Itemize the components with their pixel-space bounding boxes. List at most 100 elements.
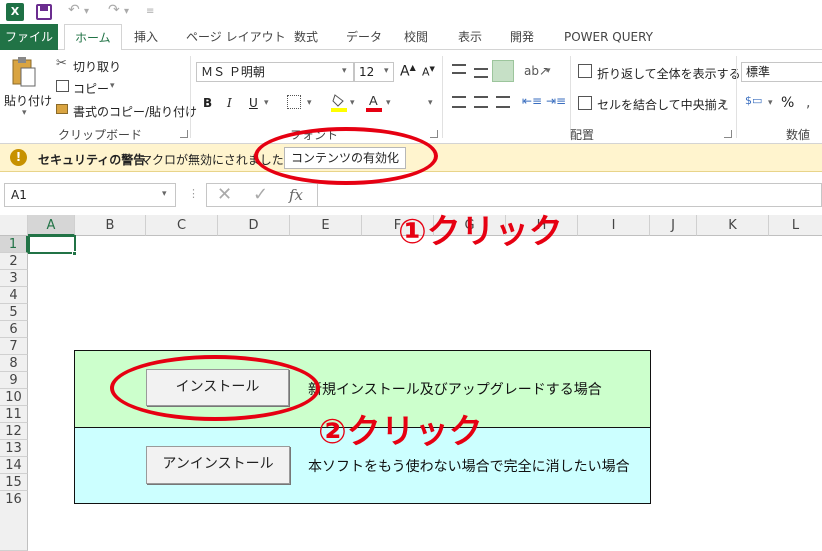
row-header[interactable]: 3 <box>0 270 28 287</box>
merge-center-button[interactable]: セルを結合して中央揃え <box>597 96 729 113</box>
align-center-icon[interactable] <box>474 96 488 108</box>
fill-color-icon[interactable] <box>331 92 347 112</box>
cut-button[interactable]: 切り取り <box>73 58 121 75</box>
cancel-icon[interactable]: ✕ <box>217 184 232 205</box>
borders-icon[interactable] <box>287 95 301 109</box>
tab-data[interactable]: データ <box>336 24 392 50</box>
tab-review[interactable]: 校閲 <box>394 24 438 50</box>
tab-view[interactable]: 表示 <box>448 24 492 50</box>
row-header[interactable]: 12 <box>0 423 28 440</box>
column-header[interactable]: K <box>697 215 769 236</box>
row-header[interactable]: 5 <box>0 304 28 321</box>
format-painter-button[interactable]: 書式のコピー/貼り付け <box>73 103 197 120</box>
row-header[interactable]: 4 <box>0 287 28 304</box>
underline-button[interactable]: U <box>249 96 258 110</box>
column-header[interactable]: J <box>650 215 697 236</box>
font-launcher-icon[interactable] <box>430 130 438 138</box>
row-header[interactable]: 15 <box>0 474 28 491</box>
column-header[interactable]: E <box>290 215 362 236</box>
undo-dropdown-icon[interactable]: ▾ <box>84 6 89 17</box>
group-divider <box>442 56 443 138</box>
more-options-icon[interactable]: ⋮ <box>188 187 199 200</box>
row-header[interactable]: 2 <box>0 253 28 270</box>
tab-power-query[interactable]: POWER QUERY <box>554 24 663 50</box>
number-group-label: 数値 <box>786 128 811 142</box>
align-middle-icon[interactable] <box>474 68 488 78</box>
number-format-select[interactable]: 標準 <box>741 62 822 82</box>
paste-icon[interactable] <box>10 56 36 88</box>
tab-developer[interactable]: 開発 <box>500 24 544 50</box>
column-header[interactable]: D <box>218 215 290 236</box>
row-header[interactable]: 11 <box>0 406 28 423</box>
save-icon[interactable] <box>36 4 52 20</box>
row-header[interactable]: 14 <box>0 457 28 474</box>
percent-button[interactable]: % <box>781 95 794 111</box>
accounting-format-icon[interactable]: $▭ <box>745 94 763 110</box>
row-header[interactable]: 7 <box>0 338 28 355</box>
merge-dropdown-icon[interactable]: ▾ <box>722 98 727 108</box>
alignment-launcher-icon[interactable] <box>724 130 732 138</box>
comma-style-icon[interactable]: , <box>806 95 810 111</box>
redo-dropdown-icon[interactable]: ▾ <box>124 6 129 17</box>
tab-formulas[interactable]: 数式 <box>284 24 328 50</box>
clipboard-launcher-icon[interactable] <box>180 130 188 138</box>
grow-font-icon[interactable]: A▲ <box>400 63 416 80</box>
copy-button[interactable]: コピー <box>73 80 109 97</box>
row-header[interactable]: 8 <box>0 355 28 372</box>
annotation-ring-enable-content <box>254 127 438 185</box>
align-bottom-icon[interactable] <box>492 60 514 82</box>
font-size-dropdown-icon[interactable]: ▾ <box>384 66 389 76</box>
tab-page-layout[interactable]: ページ レイアウト <box>176 24 296 50</box>
insert-function-icon[interactable]: fx <box>289 186 303 204</box>
column-header[interactable]: B <box>75 215 146 236</box>
copy-dropdown-icon[interactable]: ▾ <box>110 81 115 91</box>
row-header[interactable]: 1 <box>0 236 28 253</box>
fill-handle[interactable] <box>72 251 77 256</box>
align-left-icon[interactable] <box>452 96 466 108</box>
wrap-text-button[interactable]: 折り返して全体を表示する <box>597 65 741 82</box>
row-header[interactable]: 6 <box>0 321 28 338</box>
ribbon-tabs: ファイル ホーム 挿入 ページ レイアウト 数式 データ 校閲 表示 開発 PO… <box>0 24 822 51</box>
tab-file[interactable]: ファイル <box>0 24 58 50</box>
tab-insert[interactable]: 挿入 <box>124 24 168 50</box>
phonetic-dropdown-icon[interactable]: ▾ <box>428 98 433 108</box>
uninstall-button[interactable]: アンインストール <box>146 446 290 484</box>
increase-indent-icon[interactable]: ⇥≡ <box>546 94 566 108</box>
accounting-dropdown-icon[interactable]: ▾ <box>768 98 773 108</box>
active-cell-a1[interactable] <box>28 235 76 254</box>
name-box-dropdown-icon[interactable]: ▾ <box>162 189 167 199</box>
align-top-icon[interactable] <box>452 64 466 74</box>
row-header[interactable]: 9 <box>0 372 28 389</box>
align-right-icon[interactable] <box>496 96 510 108</box>
font-name-dropdown-icon[interactable]: ▾ <box>342 66 347 76</box>
select-all-corner[interactable] <box>0 215 28 236</box>
column-header[interactable]: A <box>28 215 75 236</box>
column-header[interactable]: C <box>146 215 218 236</box>
row-header[interactable]: 13 <box>0 440 28 457</box>
row-header[interactable]: 10 <box>0 389 28 406</box>
italic-button[interactable]: I <box>227 96 232 110</box>
undo-icon[interactable]: ↶ <box>68 2 80 18</box>
borders-dropdown-icon[interactable]: ▾ <box>307 98 312 108</box>
underline-dropdown-icon[interactable]: ▾ <box>264 98 269 108</box>
font-color-dropdown-icon[interactable]: ▾ <box>386 98 391 108</box>
orientation-dropdown-icon[interactable]: ▾ <box>546 66 551 76</box>
row-header[interactable]: 16 <box>0 491 28 551</box>
formula-input[interactable] <box>318 183 822 207</box>
warning-icon: ! <box>10 149 27 166</box>
customize-qat-icon[interactable]: ≡ <box>146 6 154 17</box>
decrease-indent-icon[interactable]: ⇤≡ <box>522 94 542 108</box>
column-header[interactable]: L <box>769 215 822 236</box>
paste-button[interactable]: 貼り付け <box>4 92 52 109</box>
redo-icon[interactable]: ↷ <box>108 2 120 18</box>
enter-icon[interactable]: ✓ <box>253 184 268 205</box>
column-header[interactable]: I <box>578 215 650 236</box>
paste-dropdown-icon[interactable]: ▾ <box>22 108 27 118</box>
font-name-select[interactable]: ＭＳ Ｐ明朝 <box>196 62 354 82</box>
name-box[interactable]: A1 <box>4 183 176 207</box>
tab-home[interactable]: ホーム <box>64 24 122 51</box>
font-color-icon[interactable]: A <box>366 92 382 112</box>
bold-button[interactable]: B <box>203 96 212 110</box>
fill-color-dropdown-icon[interactable]: ▾ <box>350 98 355 108</box>
shrink-font-icon[interactable]: A▼ <box>422 65 435 79</box>
